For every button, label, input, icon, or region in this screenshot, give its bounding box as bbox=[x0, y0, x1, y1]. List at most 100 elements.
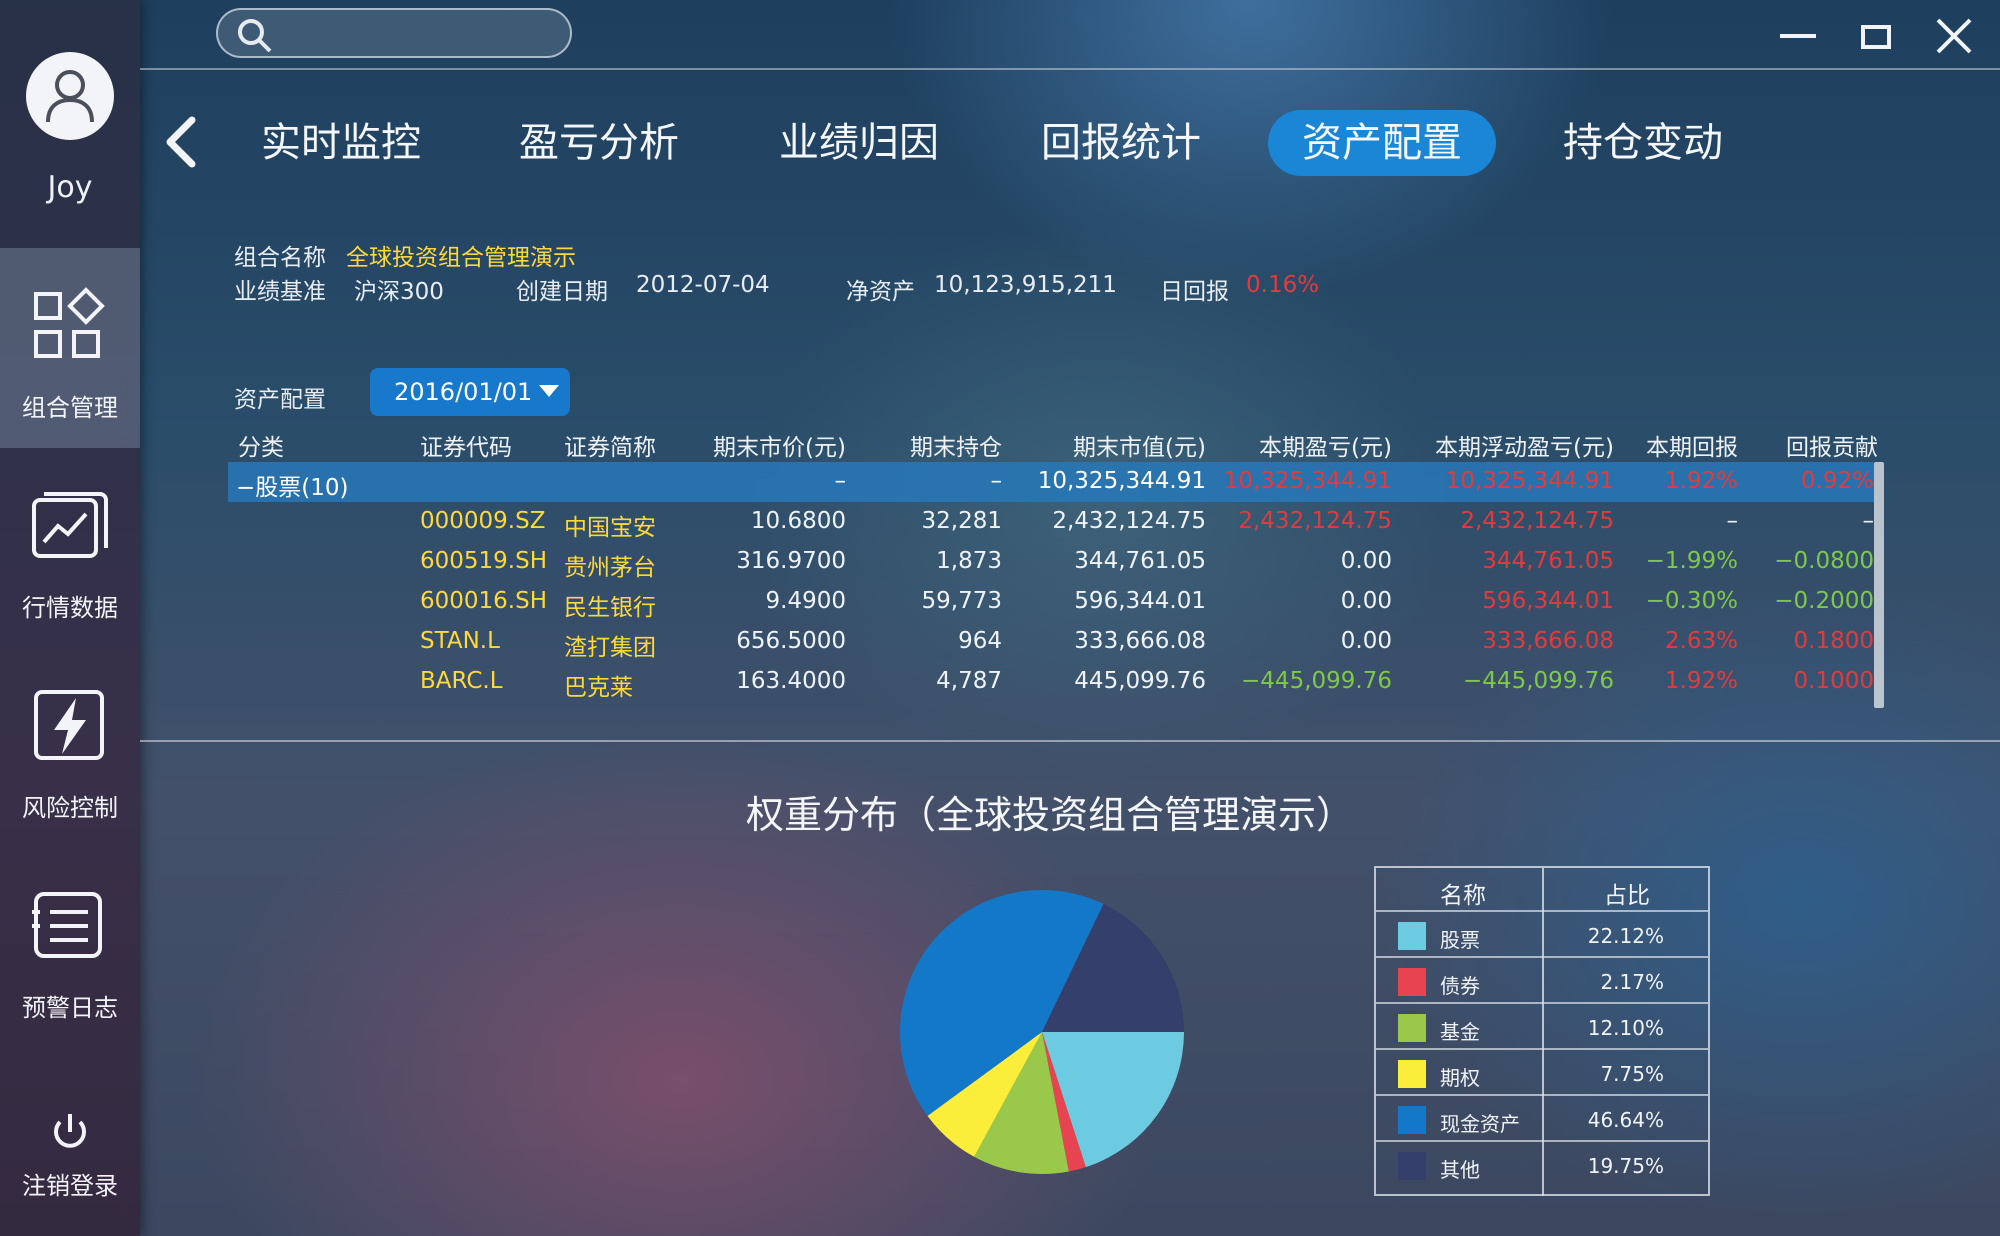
row-3-pnl: 0.00 bbox=[1340, 628, 1392, 654]
tab-performance-attribution[interactable]: 业绩归因 bbox=[764, 110, 954, 176]
daily-return-label: 日回报 bbox=[1160, 279, 1229, 305]
group-float-pnl: 10,325,344.91 bbox=[1445, 468, 1614, 494]
row-0-name[interactable]: 中国宝安 bbox=[564, 508, 656, 542]
row-2-name[interactable]: 民生银行 bbox=[564, 588, 656, 622]
row-4-name[interactable]: 巴克莱 bbox=[564, 668, 633, 702]
col-header-return[interactable]: 本期回报 bbox=[1614, 428, 1738, 462]
row-4-market-value: 445,099.76 bbox=[1074, 668, 1206, 694]
legend-value: 46.64% bbox=[1587, 1108, 1664, 1132]
allocation-label: 资产配置 bbox=[234, 387, 326, 413]
sidebar-item-market[interactable]: 行情数据 bbox=[0, 448, 140, 648]
tab-realtime-monitor[interactable]: 实时监控 bbox=[246, 110, 436, 176]
col-header-price[interactable]: 期末市价(元) bbox=[660, 428, 846, 462]
legend-swatch bbox=[1398, 922, 1426, 950]
back-arrow-icon[interactable] bbox=[160, 112, 204, 172]
group-price: – bbox=[834, 468, 847, 494]
tab-pnl-analysis[interactable]: 盈亏分析 bbox=[504, 110, 694, 176]
date-dropdown[interactable]: 2016/01/01 bbox=[370, 368, 570, 416]
row-0-code[interactable]: 000009.SZ bbox=[420, 508, 545, 534]
row-2-code[interactable]: 600016.SH bbox=[420, 588, 547, 614]
row-0-market-value: 2,432,124.75 bbox=[1052, 508, 1206, 534]
sidebar-item-portfolio[interactable]: 组合管理 bbox=[0, 248, 140, 448]
portfolio-name: 全球投资组合管理演示 bbox=[346, 245, 576, 271]
sidebar-item-risk[interactable]: 风险控制 bbox=[0, 648, 140, 848]
close-icon[interactable] bbox=[1932, 14, 1976, 58]
col-header-code[interactable]: 证券代码 bbox=[420, 428, 512, 462]
row-3-market-value: 333,666.08 bbox=[1074, 628, 1206, 654]
sidebar-item-label: 风险控制 bbox=[22, 794, 118, 822]
benchmark-label: 业绩基准 bbox=[234, 279, 326, 305]
username: Joy bbox=[47, 170, 93, 205]
sidebar-item-label: 行情数据 bbox=[22, 594, 118, 622]
row-1-position: 1,873 bbox=[936, 548, 1002, 574]
search-input[interactable] bbox=[282, 16, 562, 50]
net-asset-label: 净资产 bbox=[846, 279, 915, 305]
logout-label: 注销登录 bbox=[22, 1172, 118, 1200]
legend-name: 基金 bbox=[1440, 1020, 1480, 1044]
col-header-market-value[interactable]: 期末市值(元) bbox=[1000, 428, 1206, 462]
chart-title: 权重分布（全球投资组合管理演示） bbox=[745, 793, 1354, 837]
sidebar-item-label: 预警日志 bbox=[22, 994, 118, 1022]
row-4-pnl: −445,099.76 bbox=[1241, 668, 1392, 694]
row-4-position: 4,787 bbox=[936, 668, 1002, 694]
legend-value: 12.10% bbox=[1587, 1016, 1664, 1040]
legend-value: 7.75% bbox=[1600, 1062, 1664, 1086]
group-category[interactable]: −股票(10) bbox=[236, 468, 348, 502]
portfolio-name-label: 组合名称 bbox=[234, 245, 326, 271]
sidebar: Joy 组合管理 行情数据 风险控制 预警日志 注销登录 bbox=[0, 0, 140, 1236]
row-2-pnl: 0.00 bbox=[1340, 588, 1392, 614]
group-position: – bbox=[990, 468, 1003, 494]
col-header-float-pnl[interactable]: 本期浮动盈亏(元) bbox=[1392, 428, 1614, 462]
row-3-name[interactable]: 渣打集团 bbox=[564, 628, 656, 662]
col-header-pnl[interactable]: 本期盈亏(元) bbox=[1206, 428, 1392, 462]
row-4-code[interactable]: BARC.L bbox=[420, 668, 503, 694]
power-icon bbox=[54, 1114, 86, 1148]
row-3-code[interactable]: STAN.L bbox=[420, 628, 500, 654]
col-header-category[interactable]: 分类 bbox=[238, 428, 284, 462]
group-pnl: 10,325,344.91 bbox=[1223, 468, 1392, 494]
row-0-return: – bbox=[1726, 508, 1739, 534]
row-3-price: 656.5000 bbox=[736, 628, 846, 654]
legend-name: 现金资产 bbox=[1440, 1112, 1520, 1136]
tab-return-statistics[interactable]: 回报统计 bbox=[1026, 110, 1216, 176]
legend-swatch bbox=[1398, 968, 1426, 996]
created-date: 2012-07-04 bbox=[636, 272, 770, 298]
legend-swatch bbox=[1398, 1060, 1426, 1088]
row-1-name[interactable]: 贵州茅台 bbox=[564, 548, 656, 582]
user-panel[interactable]: Joy bbox=[0, 0, 140, 248]
avatar[interactable] bbox=[26, 52, 114, 140]
net-asset-value: 10,123,915,211 bbox=[934, 272, 1117, 298]
minimize-icon[interactable] bbox=[1776, 14, 1820, 58]
row-1-return: −1.99% bbox=[1645, 548, 1738, 574]
row-2-float-pnl: 596,344.01 bbox=[1482, 588, 1614, 614]
log-list-icon bbox=[32, 892, 102, 958]
tab-position-changes[interactable]: 持仓变动 bbox=[1548, 110, 1738, 176]
row-3-return: 2.63% bbox=[1664, 628, 1738, 654]
row-1-code[interactable]: 600519.SH bbox=[420, 548, 547, 574]
sidebar-item-label: 组合管理 bbox=[22, 394, 118, 422]
caret-down-icon bbox=[539, 385, 559, 397]
row-3-position: 964 bbox=[958, 628, 1002, 654]
legend-name: 债券 bbox=[1440, 974, 1480, 998]
logout-button[interactable]: 注销登录 bbox=[0, 1100, 140, 1210]
search-box[interactable] bbox=[216, 8, 572, 58]
table-scrollbar[interactable] bbox=[1874, 462, 1884, 708]
market-chart-icon bbox=[32, 492, 108, 558]
maximize-icon[interactable] bbox=[1854, 14, 1898, 58]
row-2-contribution: −0.2000 bbox=[1774, 588, 1874, 614]
section-divider bbox=[140, 740, 2000, 742]
col-header-position[interactable]: 期末持仓 bbox=[850, 428, 1002, 462]
row-4-contribution: 0.1000 bbox=[1793, 668, 1874, 694]
row-0-contribution: – bbox=[1862, 508, 1875, 534]
row-4-float-pnl: −445,099.76 bbox=[1463, 668, 1614, 694]
row-2-market-value: 596,344.01 bbox=[1074, 588, 1206, 614]
row-4-price: 163.4000 bbox=[736, 668, 846, 694]
header-divider bbox=[140, 68, 2000, 70]
legend-swatch bbox=[1398, 1152, 1426, 1180]
benchmark-value: 沪深300 bbox=[354, 279, 444, 305]
col-header-contribution[interactable]: 回报贡献 bbox=[1740, 428, 1878, 462]
tab-asset-allocation[interactable]: 资产配置 bbox=[1268, 110, 1496, 176]
sidebar-item-alert-log[interactable]: 预警日志 bbox=[0, 848, 140, 1048]
row-3-contribution: 0.1800 bbox=[1793, 628, 1874, 654]
col-header-name[interactable]: 证券简称 bbox=[564, 428, 656, 462]
